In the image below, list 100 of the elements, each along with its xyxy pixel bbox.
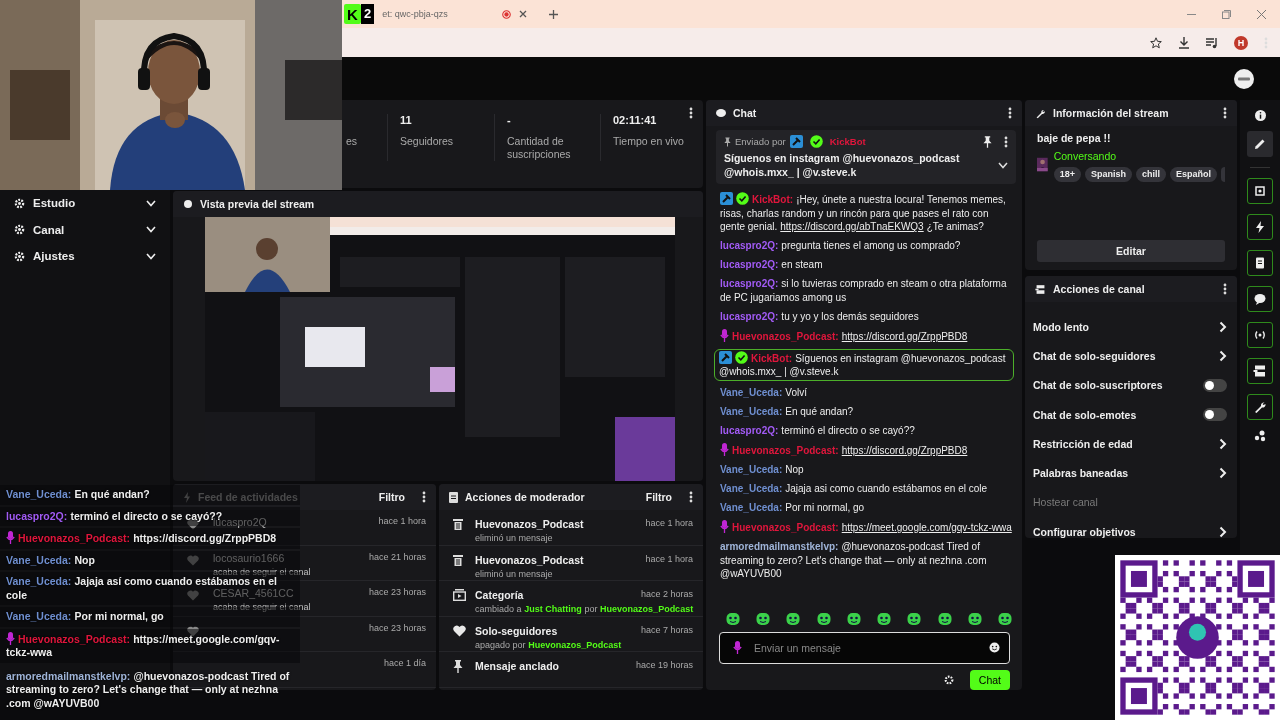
chat-message: KickBot: Síguenos en instagram @huevonazos_podcast @whois.mxx_ | @v.steve.k	[714, 348, 1014, 381]
sidebar-item[interactable]: Ajustes	[0, 243, 170, 270]
chat-message: Vane_Uceda: En qué andan?	[720, 405, 855, 419]
bookmark-star-icon[interactable]	[1150, 36, 1162, 49]
action-title: Categoría	[475, 589, 525, 601]
chat-input-field[interactable]: Enviar un mensaje	[719, 632, 1010, 664]
chat-link[interactable]: https://discord.gg/abTnaEKWQ3	[780, 221, 924, 232]
emote-icon[interactable]	[877, 612, 892, 626]
more-icon[interactable]	[689, 107, 693, 119]
user-avatar-icon[interactable]	[1234, 68, 1254, 89]
chevron-right-icon	[1219, 525, 1227, 538]
channel-action-item[interactable]: Chat de solo-emotes	[1025, 399, 1237, 430]
sidebar-tool-button[interactable]	[1247, 322, 1273, 348]
profile-avatar[interactable]: H	[1234, 35, 1248, 50]
channel-action-item[interactable]: Chat de solo-seguidores	[1025, 341, 1237, 371]
chat-message: Huevonazos_Podcast: https://discord.gg/ZrppPBD8	[0, 528, 300, 549]
pin-icon	[724, 136, 731, 147]
activity-time: hace 23 horas	[368, 622, 426, 633]
focus-icon	[1253, 184, 1267, 198]
action-time: hace 1 hora	[645, 518, 693, 530]
more-icon[interactable]	[689, 491, 693, 503]
emote-icon[interactable]	[997, 612, 1012, 626]
close-icon[interactable]	[519, 10, 528, 18]
edit-button[interactable]: Editar	[1037, 240, 1225, 262]
channel-action-item[interactable]: Chat de solo-suscriptores	[1025, 370, 1237, 400]
sidebar-tool-button[interactable]	[1247, 178, 1273, 204]
trash-icon	[453, 553, 463, 566]
more-icon[interactable]	[1008, 107, 1012, 119]
panel-title: Acciones de canal	[1053, 283, 1146, 295]
channel-action-item[interactable]: Modo lento	[1025, 312, 1237, 342]
action-time: hace 7 horas	[640, 624, 693, 637]
tag: Español	[1170, 167, 1217, 182]
emote-icon[interactable]	[786, 612, 801, 626]
chat-message: lucaspro2Q: en steam	[720, 258, 824, 272]
more-icon[interactable]	[422, 491, 426, 503]
panel-title: Feed de actividades	[198, 491, 299, 503]
action-title: Huevonazos_Podcast	[475, 518, 585, 530]
emote-icon[interactable]	[937, 612, 952, 626]
action-time: hace 2 horas	[640, 589, 693, 601]
sidebar-tool-button[interactable]	[1247, 214, 1273, 240]
sidebar-tool-button[interactable]	[1247, 250, 1273, 276]
preview-icon	[183, 199, 193, 209]
more-icon[interactable]	[1223, 107, 1227, 119]
info-icon[interactable]	[1254, 110, 1266, 121]
tag: chill	[1135, 167, 1166, 182]
sidebar-item[interactable]: Canal	[0, 216, 170, 243]
emote-icon[interactable]	[846, 612, 861, 626]
gear-icon	[14, 224, 25, 236]
filter-button[interactable]: Filtro	[645, 491, 672, 503]
media-control-icon[interactable]	[1206, 36, 1218, 49]
sidebar-item[interactable]: Estudio	[0, 190, 170, 217]
category-link[interactable]: Conversando	[1053, 150, 1225, 162]
channel-action-item[interactable]: Configurar objetivos	[1025, 517, 1237, 538]
activity-time: hace 21 horas	[368, 551, 426, 562]
emoji-icon[interactable]	[989, 642, 1000, 653]
microphone-icon	[6, 631, 15, 645]
sidebar-tool-button[interactable]	[1247, 286, 1273, 312]
document-icon	[449, 491, 458, 503]
sidebar-tool-button[interactable]	[1247, 358, 1273, 384]
chat-message: Vane_Uceda: Jajaja asi como cuando estábamos en el cole	[720, 482, 989, 496]
chat-link[interactable]: https://discord.gg/ZrppPBD8	[841, 445, 968, 456]
emote-icon[interactable]	[726, 612, 740, 626]
channel-action-item[interactable]: Palabras baneadas	[1025, 458, 1237, 488]
settings-icon[interactable]	[943, 675, 954, 685]
app-logo[interactable]: K	[344, 4, 361, 24]
pin-icon[interactable]	[983, 135, 992, 148]
activity-detail: acaba de seguir el canal	[213, 602, 312, 612]
sidebar-tool-button[interactable]	[1247, 394, 1273, 420]
emote-icon[interactable]	[907, 612, 922, 626]
wrench-icon	[1035, 107, 1046, 119]
new-tab-icon[interactable]	[549, 9, 559, 19]
close-icon[interactable]	[1257, 9, 1266, 19]
edit-tool-button[interactable]	[1247, 131, 1273, 157]
chevron-down-icon[interactable]	[998, 161, 1008, 169]
download-icon[interactable]	[1178, 36, 1190, 49]
chat-link[interactable]: https://meet.google.com/gqv-tckz-wwa	[841, 522, 1012, 533]
dots-icon[interactable]	[1254, 430, 1266, 442]
emote-icon[interactable]	[967, 612, 982, 626]
send-chat-button[interactable]: Chat	[969, 670, 1010, 690]
toggle-switch[interactable]	[1203, 408, 1227, 422]
chat-link[interactable]: https://discord.gg/ZrppPBD8	[841, 330, 968, 342]
chat-message: lucaspro2Q: tu y yo y los demás seguidores	[720, 309, 920, 323]
action-title: Huevonazos_Podcast	[475, 553, 585, 566]
chat-message: armoredmailmanstkelvp: @huevonazos-podcast Tired of streaming to zero? Let's change that — only at nezhna .com @wAYUVB00	[5, 668, 291, 711]
channel-action-item[interactable]: Restricción de edad	[1025, 429, 1237, 459]
chat-message: lucaspro2Q: pregunta tienes el among us comprado?	[720, 239, 962, 253]
toggle-switch[interactable]	[1203, 378, 1227, 392]
filter-button[interactable]: Filtro	[378, 491, 405, 503]
chat-message: armoredmailmanstkelvp: @huevonazos-podcast Tired of streaming to zero? Let's change that — only at nezhna .com @wAYUVB00	[720, 540, 988, 581]
more-icon[interactable]	[1004, 135, 1008, 148]
verified-badge-icon	[735, 350, 748, 364]
panel-title: Información del stream	[1053, 107, 1170, 119]
microphone-icon	[6, 531, 15, 544]
more-icon[interactable]	[1223, 283, 1227, 295]
chat-message: Vane_Uceda: Por mi normal, go	[720, 501, 866, 515]
lightning-icon	[183, 491, 191, 503]
emote-icon[interactable]	[756, 612, 771, 626]
maximize-icon[interactable]	[1222, 9, 1231, 19]
emote-icon[interactable]	[816, 612, 831, 626]
tab-title[interactable]: et: qwc-pbja-qzs	[382, 9, 495, 19]
